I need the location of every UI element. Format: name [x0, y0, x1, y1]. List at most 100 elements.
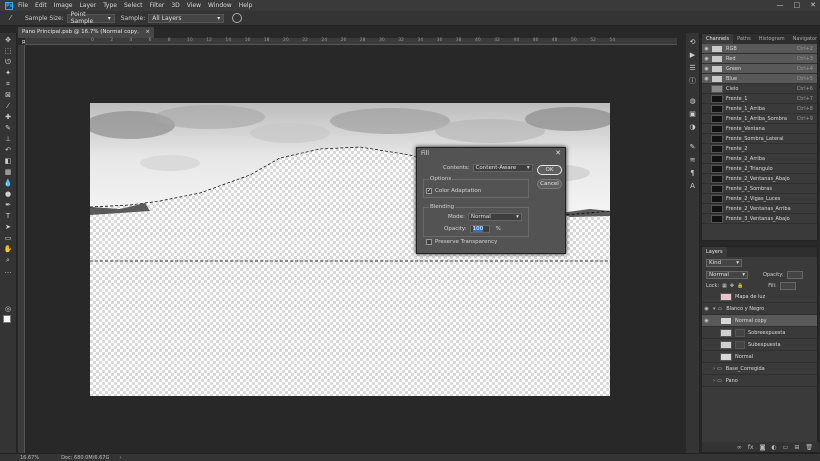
blur-tool-icon[interactable]: 💧 [4, 179, 13, 187]
menu-image[interactable]: Image [54, 2, 73, 9]
new-group-icon[interactable]: ▭ [783, 444, 789, 451]
layer-row[interactable]: › ▭ Base_Corregida [702, 363, 817, 375]
minimize-icon[interactable]: — [777, 1, 784, 9]
menu-type[interactable]: Type [103, 2, 117, 9]
layer-style-icon[interactable]: fx [748, 444, 754, 451]
delete-layer-icon[interactable]: 🗑 [805, 444, 813, 451]
menu-filter[interactable]: Filter [150, 2, 165, 9]
paragraph-icon[interactable]: ¶ [689, 169, 697, 177]
sample-select[interactable]: All Layers ▾ [148, 13, 225, 23]
channel-row[interactable]: Frente_1_Arriba_Sombra Ctrl+9 [702, 114, 817, 124]
mode-select[interactable]: Normal ▾ [467, 213, 522, 221]
swatches-icon[interactable]: ◍ [689, 97, 697, 105]
info-icon[interactable]: ⓘ [689, 77, 697, 85]
eye-icon[interactable]: ◉ [702, 306, 711, 312]
libraries-icon[interactable]: ▣ [689, 110, 697, 118]
tab-paths[interactable]: Paths [733, 34, 755, 44]
tab-channels[interactable]: Channels [702, 34, 734, 44]
sample-ring-icon[interactable] [232, 13, 243, 23]
tab-navigator[interactable]: Navigator [789, 34, 820, 44]
rectangle-tool-icon[interactable]: ▭ [4, 234, 13, 242]
properties-icon[interactable]: ▶ [689, 51, 697, 59]
adjustments-icon[interactable]: ◑ [689, 123, 697, 131]
eraser-tool-icon[interactable]: ◧ [4, 157, 13, 165]
channel-row[interactable]: Frente_2_Ventanas_Abajo [702, 174, 817, 184]
channel-row[interactable]: Frente_2_Arriba [702, 154, 817, 164]
layer-kind-filter[interactable]: Kind ▾ [706, 259, 742, 267]
layer-row[interactable]: Mapa de luz [702, 291, 817, 303]
channel-row[interactable]: Frente_2_Ventanas_Arriba [702, 204, 817, 214]
healing-brush-tool-icon[interactable]: ✚ [4, 113, 13, 121]
channel-row[interactable]: Frente_2_Vigas_Luces [702, 194, 817, 204]
channel-row[interactable]: Frente_1 Ctrl+7 [702, 94, 817, 104]
preserve-transparency-row[interactable]: Preserve Transparency [426, 239, 497, 245]
menu-file[interactable]: File [18, 2, 28, 9]
marquee-tool-icon[interactable]: ⬚ [4, 47, 13, 55]
menu-select[interactable]: Select [124, 2, 143, 9]
menu-view[interactable]: View [187, 2, 201, 9]
magic-wand-tool-icon[interactable]: ✦ [4, 69, 13, 77]
move-tool-icon[interactable]: ✥ [4, 36, 13, 44]
lock-pixels-icon[interactable]: ▦ [722, 283, 727, 289]
channel-row[interactable]: Frente_Sombra_Lateral [702, 134, 817, 144]
menu-help[interactable]: Help [239, 2, 253, 9]
foreground-color-swatch[interactable] [3, 315, 11, 323]
sample-size-select[interactable]: Point Sample ▾ [66, 11, 115, 25]
channel-row[interactable]: Frente_2 [702, 144, 817, 154]
link-layers-icon[interactable]: ∞ [737, 444, 742, 451]
cancel-button[interactable]: Cancel [537, 179, 562, 189]
layer-mask-thumbnail[interactable] [735, 328, 745, 337]
channel-row[interactable]: ◉ Red Ctrl+3 [702, 54, 817, 64]
preserve-transparency-checkbox[interactable] [426, 239, 432, 245]
channel-row[interactable]: ◉ Green Ctrl+4 [702, 64, 817, 74]
quick-mask-icon[interactable]: ◎ [4, 305, 13, 313]
opacity-input[interactable]: 100 [469, 225, 490, 233]
channel-row[interactable]: Frente_3_Ventanas_Abajo [702, 214, 817, 224]
eye-icon[interactable]: ◉ [702, 66, 711, 72]
eye-icon[interactable]: ◉ [702, 56, 711, 62]
status-chevron-icon[interactable]: › [119, 455, 121, 461]
lasso-tool-icon[interactable]: ᘎ [4, 58, 13, 66]
path-selection-tool-icon[interactable]: ➤ [4, 223, 13, 231]
history-icon[interactable]: ⟲ [689, 38, 697, 46]
menu-layer[interactable]: Layer [79, 2, 96, 9]
menu-edit[interactable]: Edit [35, 2, 47, 9]
close-window-icon[interactable]: ✕ [810, 1, 816, 9]
ok-button[interactable]: OK [537, 165, 562, 175]
add-mask-icon[interactable]: ◙ [760, 444, 766, 451]
canvas-area[interactable] [25, 45, 677, 453]
zoom-level[interactable]: 16.67% [20, 455, 39, 461]
close-tab-icon[interactable]: × [145, 27, 150, 38]
brush-settings-icon[interactable]: ≋ [689, 156, 697, 164]
character-icon[interactable]: A [689, 182, 697, 190]
more-tools-icon[interactable]: … [4, 267, 13, 275]
chevron-down-icon[interactable]: ▾ [713, 306, 716, 312]
layer-blend-mode-select[interactable]: Normal ▾ [706, 270, 748, 279]
gradient-tool-icon[interactable]: ▦ [4, 168, 13, 176]
adjustment-layer-icon[interactable]: ◐ [771, 444, 776, 451]
chevron-right-icon[interactable]: › [713, 366, 715, 372]
channel-row[interactable]: Frente_2_Triangulo [702, 164, 817, 174]
history-brush-tool-icon[interactable]: ↶ [4, 146, 13, 154]
color-adaptation-row[interactable]: ✓ Color Adaptation [426, 188, 481, 194]
channel-row[interactable]: ◉ Blue Ctrl+5 [702, 74, 817, 84]
lock-position-icon[interactable]: ✥ [730, 283, 734, 289]
layer-row[interactable]: ◉ Normal copy [702, 315, 817, 327]
layer-mask-thumbnail[interactable] [735, 340, 745, 349]
eye-icon[interactable]: ◉ [702, 76, 711, 82]
layer-row[interactable]: Normal [702, 351, 817, 363]
zoom-tool-icon[interactable]: ⌕ [4, 256, 13, 264]
type-tool-icon[interactable]: T [4, 212, 13, 220]
lock-all-icon[interactable]: 🔒 [737, 283, 743, 289]
layer-row[interactable]: Subexpuesta [702, 339, 817, 351]
channel-row[interactable]: Frente_Ventana [702, 124, 817, 134]
menu-3d[interactable]: 3D [171, 2, 179, 9]
layer-opacity-input[interactable] [786, 270, 803, 279]
new-layer-icon[interactable]: ⊞ [794, 444, 799, 451]
actions-icon[interactable]: ☰ [689, 64, 697, 72]
clone-stamp-tool-icon[interactable]: ⊥ [4, 135, 13, 143]
brushes-icon[interactable]: ✎ [689, 143, 697, 151]
maximize-icon[interactable]: □ [794, 1, 801, 9]
menu-window[interactable]: Window [208, 2, 232, 9]
eyedropper-tool-icon[interactable]: ⁄ [4, 102, 13, 110]
